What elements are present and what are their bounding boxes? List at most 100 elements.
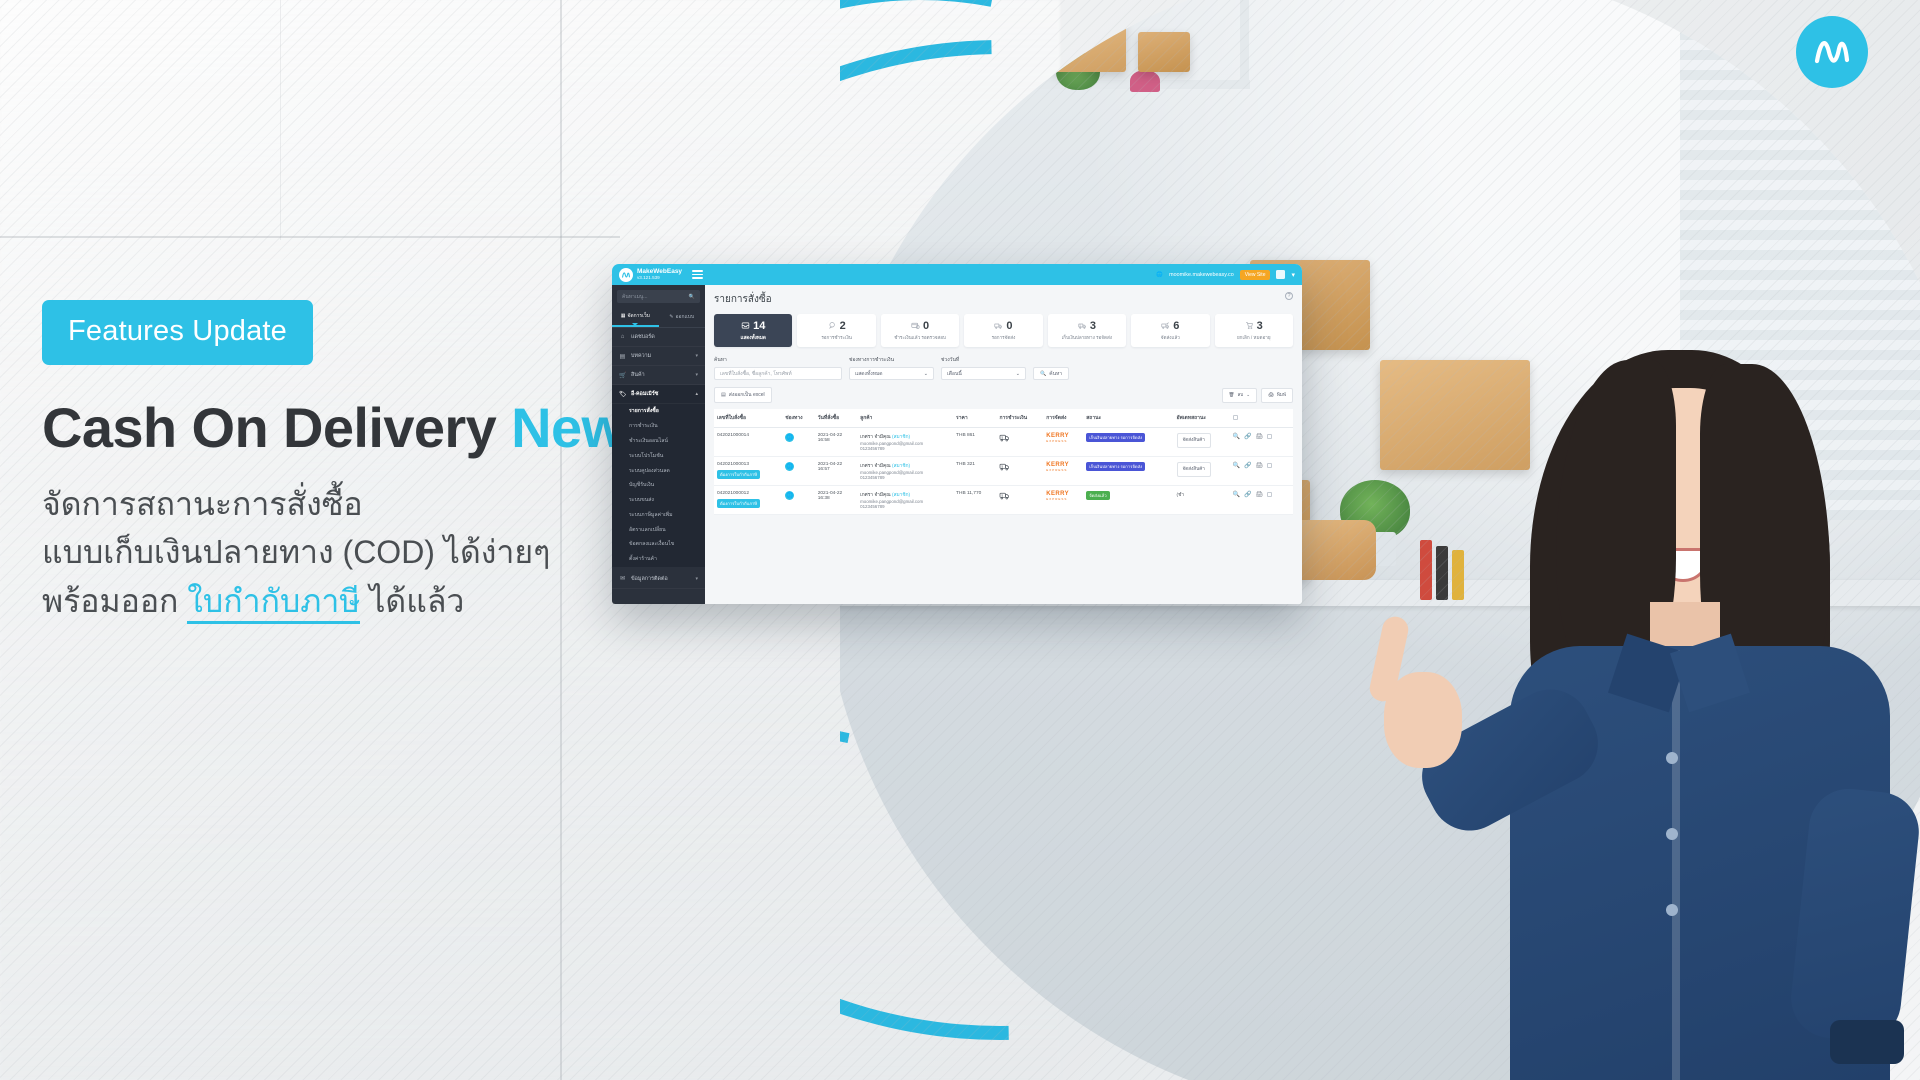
link-icon[interactable]: 🔗 <box>1244 491 1251 498</box>
sidebar-tab-manage-web[interactable]: ▦ จัดการเว็บ <box>612 308 659 327</box>
table-row[interactable]: 042021000014 🌐 2021-04-22 16:58 เกศรา จำ… <box>714 427 1293 457</box>
search-icon[interactable]: 🔍 <box>1233 462 1240 469</box>
chevron-down-icon[interactable]: ▾ <box>1291 271 1295 279</box>
cell-status: เก็บเงินปลายทาง รอการจัดส่ง <box>1083 456 1174 486</box>
stat-card-cod-awaiting-shipment[interactable]: $ 3 เก็บเงินปลายทาง รอจัดส่ง <box>1047 314 1127 347</box>
printer-icon[interactable]: 🖨 <box>1256 491 1264 498</box>
print-button[interactable]: 🖨 พิมพ์ <box>1261 387 1293 403</box>
sidebar-item-ecommerce[interactable]: 🏷 อี-คอมเมิร์ซ ▴ <box>612 385 705 404</box>
row-actions[interactable]: 🔍 🔗 🖨 <box>1233 491 1273 498</box>
mail-icon: ✉ <box>619 576 626 583</box>
cell-shipping: KERRY EXPRESS <box>1043 427 1084 457</box>
apps-icon[interactable] <box>1276 270 1286 279</box>
card-clock-icon <box>911 321 920 332</box>
search-input-placeholder: เลขที่ใบสั่งซื้อ, ชื่อลูกค้า, โทรศัพท์ <box>720 370 792 377</box>
search-icon[interactable]: 🔍 <box>1233 491 1240 498</box>
ship-order-button[interactable]: จัดส่งสินค้า <box>1176 462 1211 477</box>
stat-card-awaiting-shipment[interactable]: 0 รอการจัดส่ง <box>964 314 1043 347</box>
sidebar-search-placeholder: ค้นหาเมนู... <box>622 293 648 300</box>
search-icon[interactable]: 🔍 <box>1233 433 1240 440</box>
stat-card-paid-pending-check[interactable]: 0 ชำระเงินแล้ว รอตรวจสอบ <box>880 314 960 347</box>
cell-price: THB 11,770 <box>953 485 997 515</box>
link-icon[interactable]: 🔗 <box>1244 433 1251 440</box>
stat-card-shipped[interactable]: 6 จัดส่งแล้ว <box>1131 314 1210 347</box>
export-excel-button[interactable]: ▤ ส่งออกเป็น excel <box>714 387 772 403</box>
sidebar-item-label: แดชบอร์ด <box>631 334 655 340</box>
search-input[interactable]: เลขที่ใบสั่งซื้อ, ชื่อลูกค้า, โทรศัพท์ <box>714 367 842 380</box>
checkbox-icon[interactable] <box>1267 492 1273 497</box>
checkbox-icon[interactable] <box>1267 434 1273 439</box>
sidebar-item-products[interactable]: 🛒 สินค้า ▾ <box>612 366 705 385</box>
stat-card-all[interactable]: 14 แสดงทั้งหมด <box>714 314 793 347</box>
delete-button[interactable]: 🗑 ลบ ⌄ <box>1221 387 1258 403</box>
sidebar-search-input[interactable]: ค้นหาเมนู... 🔍 <box>617 290 700 303</box>
cart-icon: 🛒 <box>619 372 627 379</box>
sidebar-subitem-exchange-rate[interactable]: อัตราแลกเปลี่ยน <box>612 522 705 538</box>
search-icon: 🔍 <box>1040 370 1047 377</box>
checkbox-icon[interactable] <box>1232 414 1238 420</box>
customer-name: เกศรา จำมีคุณ <box>860 435 891 440</box>
truck-icon <box>994 321 1003 332</box>
globe-icon: 🌐 <box>1156 271 1164 278</box>
sidebar-subitem-payment[interactable]: การชำระเงิน <box>612 418 705 434</box>
sidebar-subitem-order-list[interactable]: รายการสั่งซื้อ <box>612 404 705 419</box>
sidebar-item-dashboard[interactable]: ⌂ แดชบอร์ด <box>612 328 705 347</box>
orders-table: เลขที่ใบสั่งซื้อ ช่องทาง วันที่สั่งซื้อ … <box>714 409 1293 515</box>
row-actions[interactable]: 🔍 🔗 🖨 <box>1233 462 1273 469</box>
stat-label: ชำระเงินแล้ว รอตรวจสอบ <box>894 335 946 340</box>
printer-icon[interactable]: 🖨 <box>1256 433 1264 440</box>
sidebar-item-articles[interactable]: ▤ บทความ ▾ <box>612 347 705 366</box>
grid-icon: ▦ <box>620 313 626 319</box>
checkbox-icon[interactable] <box>1267 463 1273 468</box>
cancel-cart-icon <box>1245 321 1254 332</box>
table-row[interactable]: 042021000012 ต้องการใบกำกับภาษี 🌐 2021-0… <box>714 485 1293 515</box>
sidebar-subitem-store-settings[interactable]: ตั้งค่าร้านค้า <box>612 551 705 567</box>
member-tag: (สมาชิก) <box>892 435 911 440</box>
sidebar-subitem-coupon[interactable]: ระบบคูปองส่วนลด <box>612 463 705 478</box>
cell-payment: $ <box>996 456 1044 486</box>
payment-channel-select[interactable]: แสดงทั้งหมด ⌄ <box>849 367 934 380</box>
features-update-badge: Features Update <box>42 300 314 365</box>
sidebar-subitem-promotion[interactable]: ระบบโปรโมชัน <box>612 448 705 464</box>
sidebar-tab-label: จัดการเว็บ <box>627 313 650 319</box>
sidebar-item-contact-info[interactable]: ✉ ข้อมูลการติดต่อ ▾ <box>612 570 705 589</box>
stat-card-awaiting-payment[interactable]: 2 รอการชำระเงิน <box>797 314 876 347</box>
link-icon[interactable]: 🔗 <box>1244 462 1251 469</box>
stat-card-cancelled-expired[interactable]: 3 ยกเลิก / หมดอายุ <box>1214 314 1293 347</box>
question-icon[interactable]: ? <box>1285 292 1293 300</box>
cod-truck-icon: $ <box>999 463 1010 473</box>
sidebar-tab-design[interactable]: ✎ ออกแบบ <box>659 308 706 327</box>
sidebar-subitem-vat[interactable]: ระบบภาษีมูลค่าเพิ่ม <box>612 507 705 523</box>
sidebar-subitem-bank-account[interactable]: บัญชีรับเงิน <box>612 477 705 493</box>
chevron-down-icon: ⌄ <box>1015 370 1020 377</box>
sidebar-subitem-shipping[interactable]: ระบบขนส่ง <box>612 492 705 508</box>
delete-label: ลบ <box>1237 391 1244 397</box>
hamburger-icon[interactable] <box>692 270 704 279</box>
col-order-date: วันที่สั่งซื้อ <box>814 409 858 428</box>
cell-actions: 🔍 🔗 🖨 <box>1229 427 1293 457</box>
col-select-all[interactable] <box>1229 409 1293 428</box>
view-site-button[interactable]: View Site <box>1239 269 1271 280</box>
subtext-line-3: พร้อมออก ใบกำกับภาษี ได้แล้ว <box>42 577 662 626</box>
sidebar-subitem-terms[interactable]: ข้อตกลงและเงื่อนไข <box>612 537 705 552</box>
sidebar-item-label: อี-คอมเมิร์ซ <box>631 391 659 397</box>
row-actions[interactable]: 🔍 🔗 🖨 <box>1233 433 1273 440</box>
sidebar-subitem-online-payment[interactable]: ชำระเงินออนไลน์ <box>612 433 705 449</box>
status-badge: เก็บเงินปลายทาง รอการจัดส่ง <box>1086 462 1146 472</box>
search-button[interactable]: 🔍 ค้นหา <box>1033 367 1070 380</box>
printer-icon[interactable]: 🖨 <box>1256 462 1264 469</box>
makewebeasy-logo-icon <box>1796 16 1868 88</box>
brand-text: MakeWebEasy v3.121.539 <box>637 268 682 281</box>
stat-label: จัดส่งแล้ว <box>1160 335 1180 340</box>
table-header-row: เลขที่ใบสั่งซื้อ ช่องทาง วันที่สั่งซื้อ … <box>714 409 1293 428</box>
ship-order-button[interactable]: จัดส่งสินค้า <box>1176 433 1211 448</box>
svg-text:$: $ <box>1002 435 1004 439</box>
cell-order-date: 2021-04-22 16:58 <box>814 427 858 457</box>
home-icon: ⌂ <box>620 334 625 340</box>
subtext-line-3-pre: พร้อมออก <box>42 583 188 620</box>
cell-payment: $ <box>996 427 1044 457</box>
table-row[interactable]: 042021000013 ต้องการใบกำกับภาษี 🌐 2021-0… <box>714 456 1293 486</box>
search-icon: 🔍 <box>688 293 695 300</box>
date-range-select[interactable]: เดือนนี้ ⌄ <box>941 367 1026 380</box>
filter-search-group: ค้นหา เลขที่ใบสั่งซื้อ, ชื่อลูกค้า, โทรศ… <box>714 356 842 380</box>
